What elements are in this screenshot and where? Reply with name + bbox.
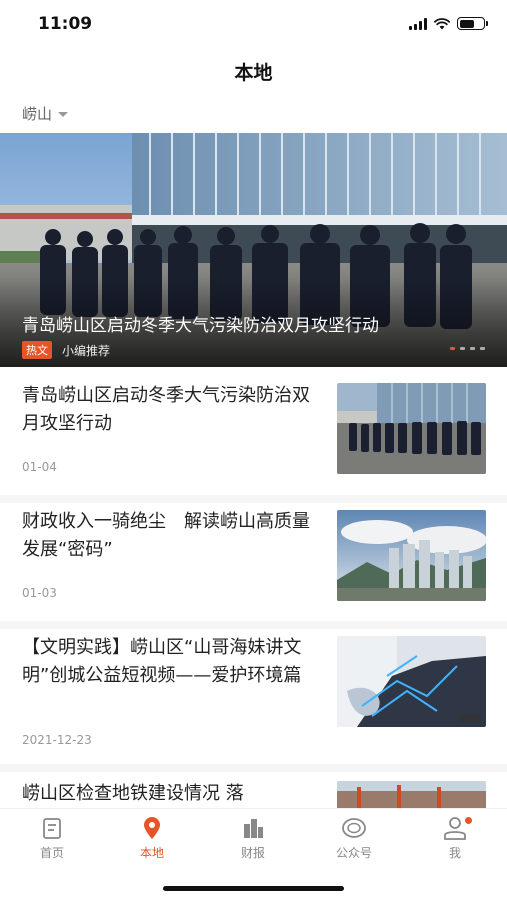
tab-label: 公众号 — [335, 846, 372, 860]
location-pin-icon — [144, 817, 160, 839]
tab-home[interactable]: 首页 — [17, 815, 87, 861]
news-title: 崂山区检查地铁建设情况 落 — [22, 783, 244, 804]
location-label: 崂山 — [22, 105, 53, 123]
buildings-icon — [244, 819, 263, 838]
tab-finance[interactable]: 财报 — [218, 815, 288, 861]
news-date: 01-03 — [22, 586, 57, 600]
wifi-icon — [434, 17, 450, 29]
banner-source: 小编推荐 — [62, 343, 111, 358]
news-item[interactable]: 青岛崂山区启动冬季大气污染防治双月攻坚行动 01-04 — [0, 367, 507, 495]
news-thumbnail — [337, 510, 486, 601]
news-thumbnail — [337, 383, 486, 474]
carousel-dot — [470, 347, 475, 350]
news-item[interactable]: 【文明实践】崂山区“山哥海妹讲文明”创城公益短视频——爱护环境篇 2021-12… — [0, 629, 507, 764]
news-date: 01-04 — [22, 460, 57, 474]
news-thumbnail — [337, 781, 486, 808]
news-title: 【文明实践】崂山区“山哥海妹讲文明”创城公益短视频——爱护环境篇 — [22, 637, 302, 686]
news-title: 青岛崂山区启动冬季大气污染防治双月攻坚行动 — [22, 385, 310, 434]
status-icons — [409, 17, 488, 30]
divider — [0, 621, 507, 629]
page-title: 本地 — [234, 62, 273, 84]
news-item[interactable]: 崂山区检查地铁建设情况 落 — [0, 772, 507, 808]
status-time: 11:09 — [38, 14, 93, 34]
status-bar: 11:09 — [0, 0, 507, 48]
chevron-down-icon — [58, 112, 69, 117]
carousel-indicator — [450, 347, 485, 350]
news-thumbnail — [337, 636, 486, 727]
location-selector[interactable]: 崂山 — [22, 103, 69, 124]
carousel-dot — [450, 347, 455, 350]
notification-badge — [465, 817, 472, 824]
battery-icon — [457, 17, 488, 30]
tab-public-account[interactable]: 公众号 — [319, 815, 389, 861]
news-date: 2021-12-23 — [22, 733, 92, 747]
tab-label: 财报 — [240, 846, 265, 860]
home-indicator — [163, 886, 344, 891]
carousel-dot — [480, 347, 485, 350]
carousel-dot — [460, 347, 465, 350]
tab-me[interactable]: 我 — [420, 815, 490, 861]
news-title: 财政收入一骑绝尘 解读崂山高质量发展“密码” — [22, 511, 310, 560]
cellular-signal-icon — [409, 17, 427, 30]
banner-carousel[interactable]: 青岛崂山区启动冬季大气污染防治双月攻坚行动 热文 小编推荐 — [0, 133, 507, 367]
hot-tag: 热文 — [22, 341, 52, 359]
tab-label: 首页 — [39, 846, 64, 860]
home-icon — [43, 818, 61, 839]
tab-local[interactable]: 本地 — [117, 815, 187, 861]
divider — [0, 495, 507, 503]
banner-meta: 热文 小编推荐 — [22, 341, 110, 359]
news-item[interactable]: 财政收入一骑绝尘 解读崂山高质量发展“密码” 01-03 — [0, 503, 507, 621]
tab-label: 本地 — [139, 846, 164, 860]
public-account-icon — [342, 818, 366, 838]
tab-label: 我 — [448, 846, 461, 860]
banner-title: 青岛崂山区启动冬季大气污染防治双月攻坚行动 — [22, 316, 379, 336]
divider — [0, 764, 507, 772]
